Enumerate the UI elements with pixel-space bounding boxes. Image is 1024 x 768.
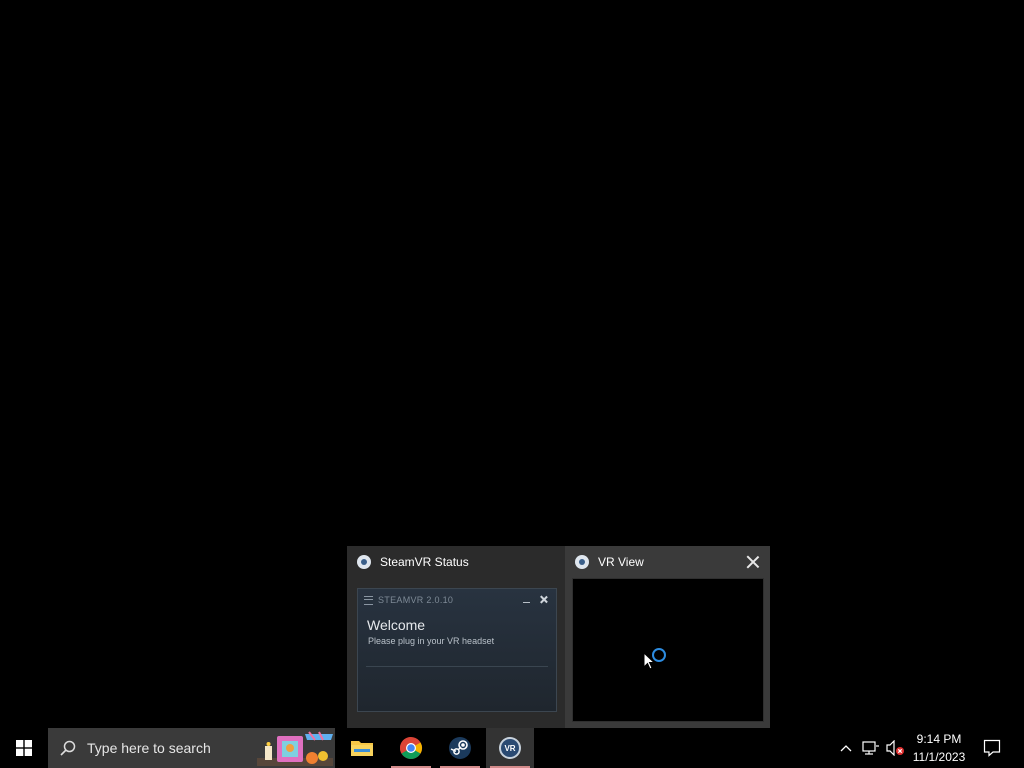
taskbar-app-file-explorer[interactable]	[338, 728, 386, 768]
volume-muted-icon	[886, 740, 904, 756]
taskbar-app-chrome[interactable]	[387, 728, 435, 768]
thumbnail-title: VR View	[598, 555, 644, 569]
start-button[interactable]	[0, 728, 48, 768]
steamvr-icon	[575, 555, 589, 569]
close-icon	[539, 595, 548, 604]
network-tray-button[interactable]	[860, 728, 882, 768]
thumbnail-title: SteamVR Status	[380, 555, 469, 569]
volume-tray-button[interactable]	[884, 728, 906, 768]
taskbar-thumbnail-preview: SteamVR Status STEAMVR 2.0.10 Welcome Pl…	[347, 546, 770, 728]
action-center-button[interactable]	[978, 728, 1006, 768]
svg-text:VR: VR	[504, 744, 515, 753]
thumbnail-steamvr-status[interactable]: SteamVR Status STEAMVR 2.0.10 Welcome Pl…	[347, 546, 565, 728]
show-hidden-icons-button[interactable]	[836, 728, 856, 768]
minimize-icon	[523, 595, 530, 604]
steamvr-status-window-preview: STEAMVR 2.0.10 Welcome Please plug in yo…	[357, 588, 557, 712]
clock-button[interactable]: 9:14 PM 11/1/2023	[905, 728, 973, 768]
steamvr-icon: VR	[499, 737, 521, 759]
steamvr-icon	[357, 555, 371, 569]
search-highlight-illustration-icon	[257, 731, 333, 766]
clock-date: 11/1/2023	[912, 750, 966, 764]
network-icon	[862, 741, 879, 755]
search-icon	[60, 740, 76, 756]
clock-time: 9:14 PM	[916, 732, 962, 746]
version-label: STEAMVR 2.0.10	[378, 595, 454, 605]
steam-icon	[449, 737, 471, 759]
thumbnail-header: SteamVR Status	[347, 546, 565, 578]
taskbar: Type here to search VR 9:14 PM 11/1/2023	[0, 728, 1024, 768]
chevron-up-icon	[840, 745, 852, 752]
welcome-heading: Welcome	[367, 617, 426, 633]
search-placeholder: Type here to search	[87, 740, 211, 756]
headset-message: Please plug in your VR headset	[368, 636, 495, 646]
search-box[interactable]: Type here to search	[48, 728, 335, 768]
hamburger-menu-icon	[364, 595, 373, 605]
divider	[366, 666, 548, 667]
mouse-cursor-icon	[643, 652, 655, 670]
thumbnail-header: VR View	[565, 546, 770, 578]
taskbar-app-steamvr[interactable]: VR	[486, 728, 534, 768]
thumbnail-vr-view[interactable]: VR View	[565, 546, 770, 728]
folder-icon	[351, 741, 373, 756]
chrome-icon	[400, 737, 422, 759]
status-window-titlebar: STEAMVR 2.0.10	[358, 589, 556, 611]
windows-logo-icon	[16, 740, 32, 756]
close-window-button[interactable]	[744, 553, 762, 571]
vr-view-preview	[572, 578, 764, 722]
taskbar-app-steam[interactable]	[436, 728, 484, 768]
notification-icon	[983, 739, 1001, 757]
